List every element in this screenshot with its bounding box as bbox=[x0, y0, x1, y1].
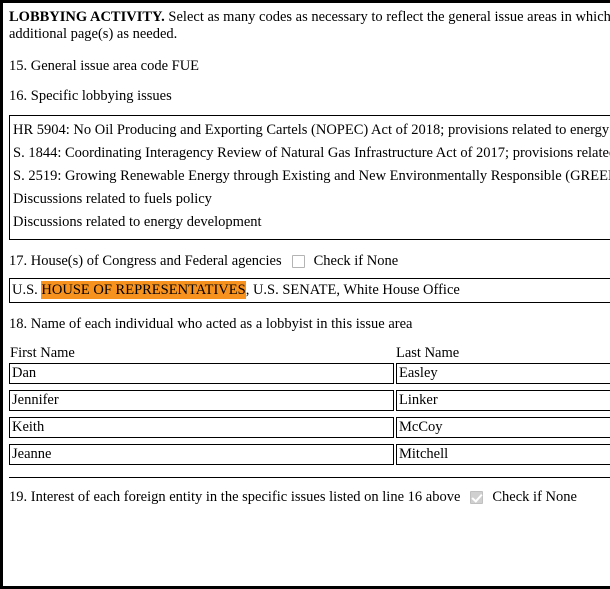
last-name-input[interactable]: Linker bbox=[396, 390, 610, 411]
agencies-value-suffix: , U.S. SENATE, White House Office bbox=[245, 282, 460, 298]
lobbyist-row: Jeanne Mitchell bbox=[9, 444, 610, 465]
form-instructions-line1: LOBBYING ACTIVITY. Select as many codes … bbox=[9, 9, 610, 26]
line-18-label: 18. Name of each individual who acted as… bbox=[9, 316, 413, 332]
column-header-first-name: First Name bbox=[10, 345, 75, 361]
lobbying-issue-entry: S. 1844: Coordinating Interagency Review… bbox=[13, 145, 610, 161]
form-content: LOBBYING ACTIVITY. Select as many codes … bbox=[3, 3, 610, 506]
form-instructions-heading: LOBBYING ACTIVITY. bbox=[9, 9, 165, 25]
line-17-check-if-none-label: Check if None bbox=[313, 253, 399, 269]
line-19-label: 19. Interest of each foreign entity in t… bbox=[9, 489, 461, 505]
lobbying-issue-entry: Discussions related to energy developmen… bbox=[13, 214, 262, 230]
line-19-row: 19. Interest of each foreign entity in t… bbox=[9, 488, 610, 506]
first-name-input[interactable]: Jennifer bbox=[9, 390, 394, 411]
line-19-check-if-none-checkbox[interactable] bbox=[470, 490, 484, 504]
lobbying-issue-entry: S. 2519: Growing Renewable Energy throug… bbox=[13, 168, 610, 184]
agencies-value-prefix: U.S. bbox=[12, 282, 42, 298]
lobbying-issue-entry: Discussions related to fuels policy bbox=[13, 191, 212, 207]
lobbyist-row: Keith McCoy bbox=[9, 417, 610, 438]
line-17-row: 17. House(s) of Congress and Federal age… bbox=[9, 252, 610, 270]
line-16-label: 16. Specific lobbying issues bbox=[9, 88, 172, 104]
line-17-label: 17. House(s) of Congress and Federal age… bbox=[9, 253, 282, 269]
first-name-input[interactable]: Dan bbox=[9, 363, 394, 384]
column-header-last-name: Last Name bbox=[396, 345, 460, 361]
form-instructions-text: Select as many codes as necessary to ref… bbox=[164, 9, 610, 25]
last-name-input[interactable]: Easley bbox=[396, 363, 610, 384]
last-name-input[interactable]: McCoy bbox=[396, 417, 610, 438]
line-19-check-if-none-label: Check if None bbox=[492, 489, 577, 505]
lobbyist-row: Jennifer Linker bbox=[9, 390, 610, 411]
congress-and-agencies-input[interactable]: U.S. HOUSE OF REPRESENTATIVES, U.S. SENA… bbox=[9, 278, 610, 303]
last-name-input[interactable]: Mitchell bbox=[396, 444, 610, 465]
line-15-general-issue-area-code: 15. General issue area code FUE bbox=[9, 58, 200, 74]
specific-lobbying-issues-textarea[interactable]: HR 5904: No Oil Producing and Exporting … bbox=[9, 115, 610, 240]
agencies-value-highlighted: HOUSE OF REPRESENTATIVES bbox=[41, 281, 246, 299]
first-name-input[interactable]: Jeanne bbox=[9, 444, 394, 465]
lobbying-activity-form: LOBBYING ACTIVITY. Select as many codes … bbox=[0, 0, 610, 589]
form-instructions-line2: additional page(s) as needed. bbox=[9, 26, 178, 42]
line-17-check-if-none-checkbox[interactable] bbox=[291, 254, 305, 268]
names-table-header: First Name Last Name bbox=[9, 343, 610, 363]
first-name-input[interactable]: Keith bbox=[9, 417, 394, 438]
lobbying-issue-entry: HR 5904: No Oil Producing and Exporting … bbox=[13, 122, 610, 138]
lobbyist-row: Dan Easley bbox=[9, 363, 610, 384]
